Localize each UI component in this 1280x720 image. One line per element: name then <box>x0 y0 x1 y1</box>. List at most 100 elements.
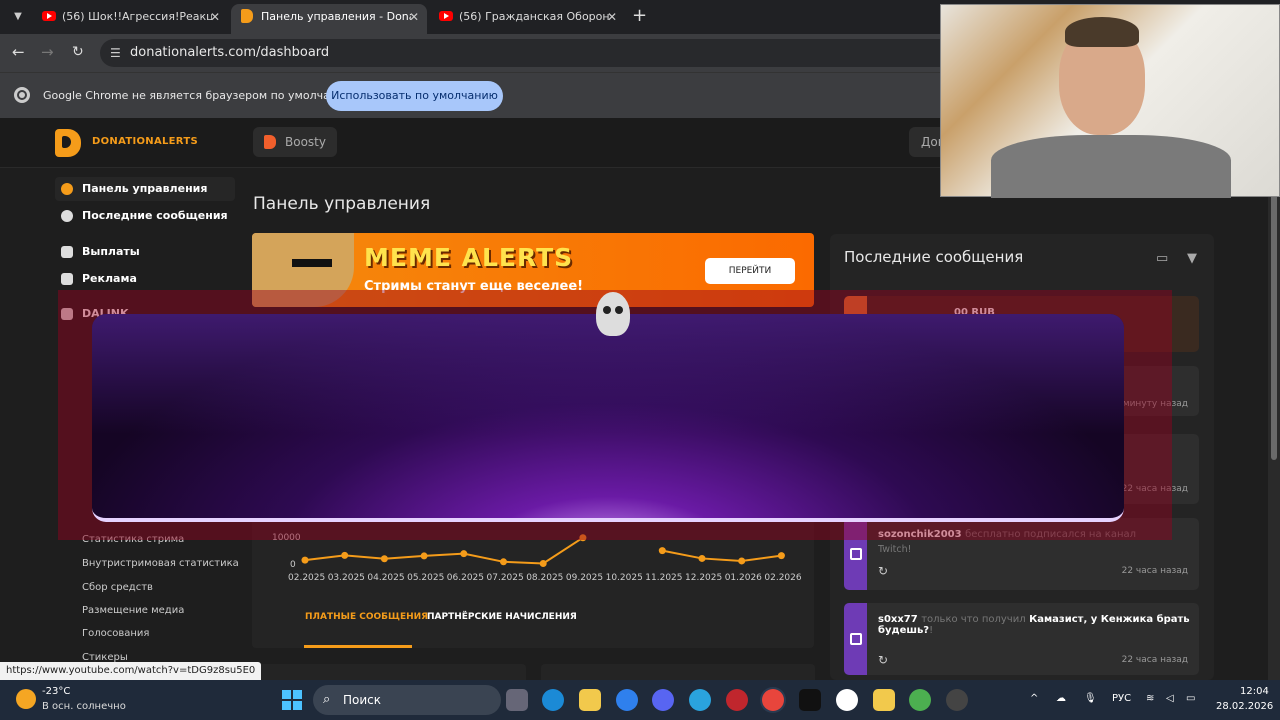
webcam-feed <box>940 4 1280 198</box>
battery-icon[interactable]: ▭ <box>1186 693 1195 704</box>
tab-title: (56) Гражданская Оборона (Er <box>459 10 609 23</box>
sidebar-subitem-fundraising[interactable]: Сбор средств <box>82 582 153 593</box>
app-icon[interactable] <box>873 689 895 711</box>
banner-go-button[interactable]: ПЕРЕЙТИ <box>705 258 795 284</box>
new-tab-icon[interactable]: + <box>632 6 647 26</box>
search-icon: ⌕ <box>323 692 331 707</box>
recent-messages-title: Последние сообщения <box>844 248 1024 266</box>
set-default-button[interactable]: Использовать по умолчанию <box>326 81 503 111</box>
x-tick-label: 05.2025 <box>407 573 445 583</box>
wifi-icon[interactable]: ≋ <box>1146 693 1154 704</box>
replay-icon[interactable]: ↻ <box>878 653 888 667</box>
weather-icon[interactable] <box>16 689 36 709</box>
webcam-person-hair <box>1065 17 1139 47</box>
task-view-icon[interactable] <box>506 689 528 711</box>
clock-date[interactable]: 28.02.2026 <box>1216 701 1273 712</box>
telegram-icon[interactable] <box>689 689 711 711</box>
obs-icon[interactable] <box>946 689 968 711</box>
x-tick-label: 08.2025 <box>526 573 564 583</box>
x-tick-label: 12.2025 <box>685 573 723 583</box>
screen-cast-icon[interactable]: ▭ <box>1156 251 1168 266</box>
app-icon[interactable] <box>616 689 638 711</box>
webcam-person-shirt <box>991 135 1231 198</box>
windows-taskbar: -23°C В осн. солнечно ⌕ Поиск ^ ☁ 🎙 РУС … <box>0 680 1280 720</box>
weather-description[interactable]: В осн. солнечно <box>42 701 126 712</box>
x-tick-label: 10.2025 <box>605 573 643 583</box>
discord-icon[interactable] <box>652 689 674 711</box>
sidebar-item-label: Реклама <box>82 272 137 285</box>
twitch-icon <box>850 548 862 560</box>
message-header: s0xx77 только что получил Камазист, у Ке… <box>878 614 1199 636</box>
tab-partner-earnings[interactable]: ПАРТНЁРСКИЕ НАЧИСЛЕНИЯ <box>427 612 577 622</box>
temperature[interactable]: -23°C <box>42 686 70 697</box>
cloud-icon[interactable]: ☁ <box>1056 693 1066 704</box>
volume-icon[interactable]: ◁ <box>1166 693 1174 704</box>
back-icon[interactable]: ← <box>12 43 25 61</box>
filter-icon[interactable]: ▼ <box>1187 251 1197 266</box>
boosty-button[interactable]: Boosty <box>253 127 337 157</box>
message-time: 22 часа назад <box>1121 566 1188 576</box>
page-scrollbar[interactable] <box>1268 118 1280 680</box>
chrome-icon <box>14 87 30 103</box>
sidebar-item-payouts[interactable]: Выплаты <box>55 240 235 264</box>
y-tick-label: 0 <box>290 560 296 570</box>
tab-title: Панель управления - Donation <box>261 10 411 23</box>
sidebar-item-label: Панель управления <box>82 182 208 195</box>
briefcase-icon <box>61 273 73 285</box>
app-icon[interactable] <box>909 689 931 711</box>
logo-text[interactable]: DONATIONALERTS <box>92 136 198 147</box>
close-tab-icon[interactable]: ✕ <box>409 4 419 30</box>
donationalerts-logo-icon[interactable] <box>55 129 81 157</box>
tab-youtube-2[interactable]: (56) Гражданская Оборона (Er ✕ <box>429 4 625 34</box>
stream-overlay-video <box>92 314 1124 522</box>
chevron-up-icon[interactable]: ^ <box>1030 693 1038 704</box>
microphone-icon[interactable]: 🎙 <box>1084 693 1097 704</box>
explorer-icon[interactable] <box>579 689 601 711</box>
tab-donationalerts[interactable]: Панель управления - Donation ✕ <box>231 4 427 34</box>
message-time: 22 часа назад <box>1121 655 1188 665</box>
site-settings-icon[interactable]: ☰ <box>110 46 121 60</box>
wallet-icon <box>61 246 73 258</box>
sidebar-item-ads[interactable]: Реклама <box>55 267 235 291</box>
chrome-taskbar-icon[interactable] <box>762 689 784 711</box>
x-tick-label: 09.2025 <box>565 573 604 583</box>
app-icon[interactable] <box>726 689 748 711</box>
start-tile <box>282 701 291 710</box>
close-tab-icon[interactable]: ✕ <box>210 4 220 30</box>
youtube-icon <box>439 11 453 21</box>
start-tile <box>293 701 302 710</box>
message-action: только что получил <box>921 614 1026 625</box>
start-button[interactable] <box>282 690 302 710</box>
sidebar-subitem-polls[interactable]: Голосования <box>82 628 149 639</box>
message-user: s0xx77 <box>878 614 918 625</box>
taskbar-search[interactable]: ⌕ Поиск <box>313 685 501 715</box>
language-indicator[interactable]: РУС <box>1112 693 1131 704</box>
clock-time[interactable]: 12:04 <box>1240 686 1269 697</box>
start-tile <box>293 690 302 699</box>
x-tick-label: 11.2025 <box>645 573 683 583</box>
x-tick-label: 06.2025 <box>446 573 485 583</box>
tab-youtube-1[interactable]: (56) Шок!!Агрессия!Реакция ла ✕ <box>32 4 228 34</box>
twitch-icon <box>850 633 862 645</box>
reload-icon[interactable]: ↻ <box>72 43 84 61</box>
message-card: s0xx77 только что получил Камазист, у Ке… <box>844 603 1199 675</box>
youtube-icon <box>42 11 56 21</box>
close-tab-icon[interactable]: ✕ <box>607 4 617 30</box>
sidebar-subitem-instream-stats[interactable]: Внутристримовая статистика <box>82 558 239 569</box>
star-icon <box>61 210 73 222</box>
sidebar-subitem-media[interactable]: Размещение медиа <box>82 605 184 616</box>
replay-icon[interactable]: ↻ <box>878 564 888 578</box>
tab-search-chevron-icon[interactable]: ▼ <box>8 7 28 27</box>
x-tick-label: 02.2026 <box>764 573 802 583</box>
yandex-icon[interactable] <box>836 689 858 711</box>
x-tick-label: 01.2026 <box>724 573 762 583</box>
edge-icon[interactable] <box>542 689 564 711</box>
sidebar-item-recent-messages[interactable]: Последние сообщения <box>55 204 235 228</box>
message-text: Twitch! <box>878 544 912 555</box>
forward-icon[interactable]: → <box>41 43 54 61</box>
start-tile <box>282 690 291 699</box>
app-icon[interactable] <box>799 689 821 711</box>
tab-paid-messages[interactable]: ПЛАТНЫЕ СООБЩЕНИЯ <box>305 612 428 622</box>
x-tick-label: 03.2025 <box>327 573 365 583</box>
sidebar-item-dashboard[interactable]: Панель управления <box>55 177 235 201</box>
